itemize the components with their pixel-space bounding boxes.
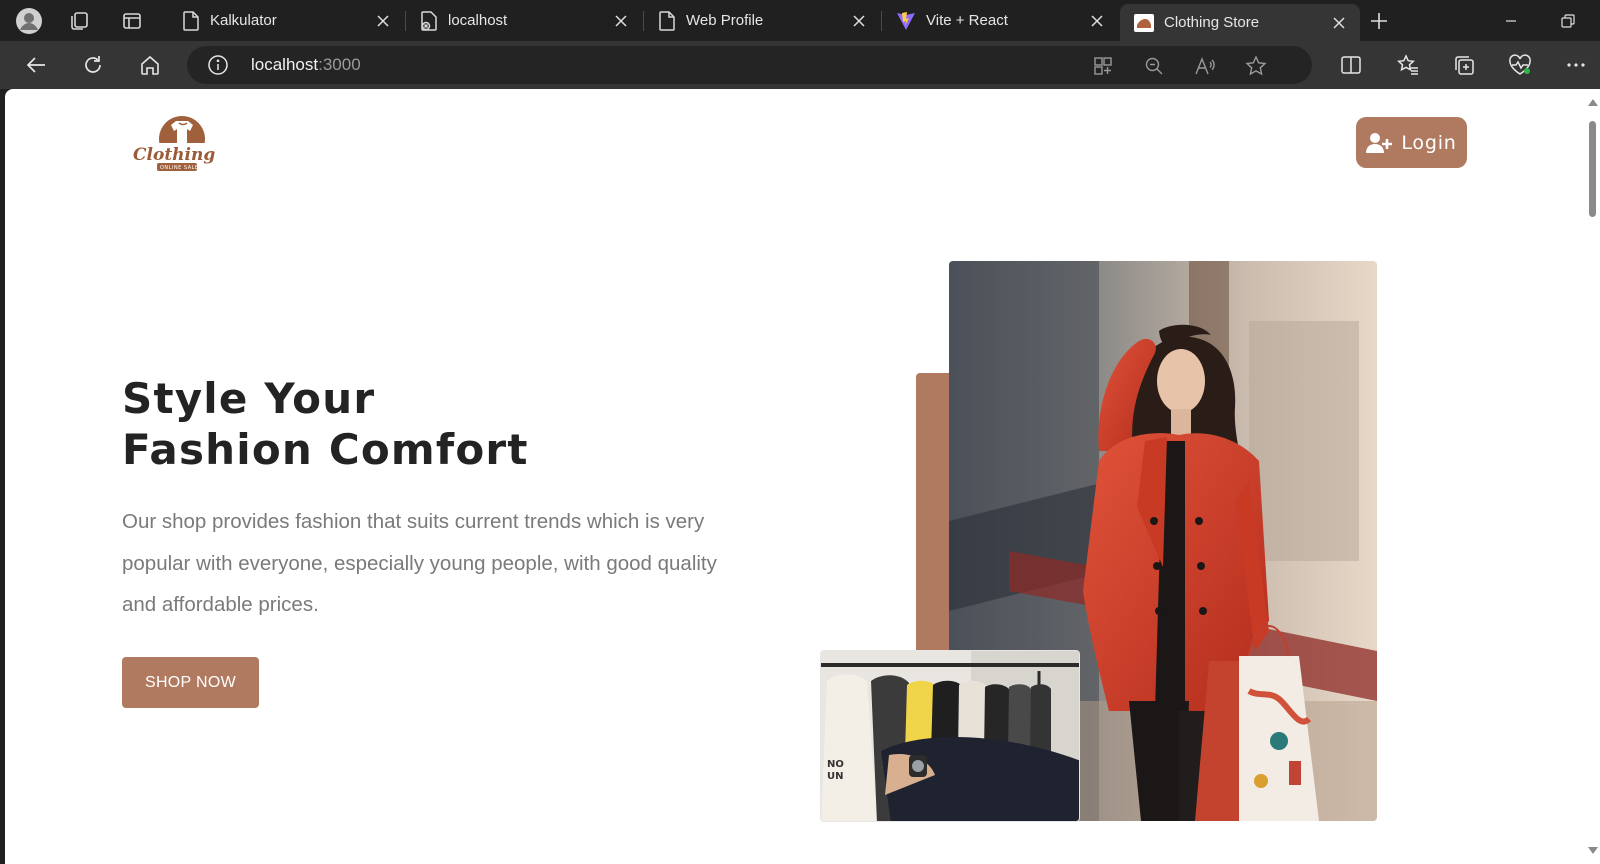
new-tab-icon[interactable] (1364, 6, 1394, 36)
refresh-icon[interactable] (78, 50, 108, 80)
tab-kalkulator[interactable]: Kalkulator (168, 0, 404, 41)
page-scrollbar[interactable] (1584, 89, 1600, 864)
tab-vite-react[interactable]: Vite + React (882, 0, 1118, 41)
url-port: :3000 (318, 55, 361, 74)
tab-actions-icon[interactable] (117, 6, 147, 36)
tab-localhost[interactable]: localhost (406, 0, 642, 41)
profile-avatar-icon[interactable] (14, 6, 44, 36)
favorite-star-icon[interactable] (1244, 54, 1268, 78)
browser-tab-bar: Kalkulator localhost Web Profile Vite + … (0, 0, 1600, 41)
tab-title: Web Profile (686, 12, 764, 29)
tab-title: Clothing Store (1164, 14, 1260, 31)
tab-clothing-store[interactable]: Clothing Store (1120, 4, 1360, 41)
url-host: localhost (251, 55, 319, 74)
tab-title: Vite + React (926, 12, 1008, 29)
login-button[interactable]: Login (1356, 117, 1467, 168)
favorites-icon[interactable] (1393, 50, 1423, 80)
svg-text:NO: NO (827, 759, 844, 770)
hero-description: Our shop provides fashion that suits cur… (122, 510, 717, 616)
workspaces-icon[interactable] (64, 6, 94, 36)
scroll-down-arrow-icon[interactable] (1588, 847, 1598, 854)
close-icon[interactable] (374, 12, 392, 30)
url-text[interactable]: localhost:3000 (251, 55, 361, 75)
close-icon[interactable] (1088, 12, 1106, 30)
browser-essentials-icon[interactable] (1505, 50, 1535, 80)
page-viewport: Clothing ONLINE SALE Login Style Your Fa… (5, 89, 1584, 864)
page-error-icon (421, 10, 437, 31)
back-icon[interactable] (21, 50, 51, 80)
tab-title: Kalkulator (210, 12, 277, 29)
clothes-rack-photo: NO UN (820, 650, 1080, 822)
zoom-out-icon[interactable] (1142, 54, 1166, 78)
close-icon[interactable] (612, 12, 630, 30)
info-icon[interactable] (207, 54, 229, 76)
store-favicon (1134, 13, 1154, 32)
close-icon[interactable] (850, 12, 868, 30)
home-icon[interactable] (135, 50, 165, 80)
tab-web-profile[interactable]: Web Profile (644, 0, 880, 41)
app-available-icon[interactable] (1091, 54, 1115, 78)
site-logo[interactable]: Clothing ONLINE SALE (127, 113, 219, 177)
read-aloud-icon[interactable] (1193, 54, 1217, 78)
login-label: Login (1401, 131, 1457, 154)
hero-title-line-1: Style Your (122, 374, 376, 423)
collections-icon[interactable] (1449, 50, 1479, 80)
hero-title-line-2: Fashion Comfort (122, 425, 529, 474)
tab-title: localhost (448, 12, 508, 29)
close-icon[interactable] (1330, 14, 1348, 32)
hero-title: Style Your Fashion Comfort (122, 373, 529, 475)
vite-icon (897, 11, 915, 30)
page-icon (183, 10, 199, 31)
minimize-icon[interactable] (1488, 0, 1534, 41)
shop-now-button[interactable]: SHOP NOW (122, 657, 259, 708)
more-options-icon[interactable] (1561, 50, 1591, 80)
logo-tagline: ONLINE SALE (160, 165, 199, 171)
add-user-icon (1366, 132, 1393, 153)
svg-text:UN: UN (827, 771, 844, 782)
browser-toolbar: localhost:3000 (0, 41, 1600, 89)
split-screen-icon[interactable] (1336, 50, 1366, 80)
restore-icon[interactable] (1545, 0, 1591, 41)
page-icon (659, 10, 675, 31)
logo-wordmark: Clothing (133, 145, 215, 165)
address-bar[interactable]: localhost:3000 (187, 46, 1312, 84)
scroll-thumb[interactable] (1589, 121, 1596, 217)
scroll-up-arrow-icon[interactable] (1588, 99, 1598, 106)
